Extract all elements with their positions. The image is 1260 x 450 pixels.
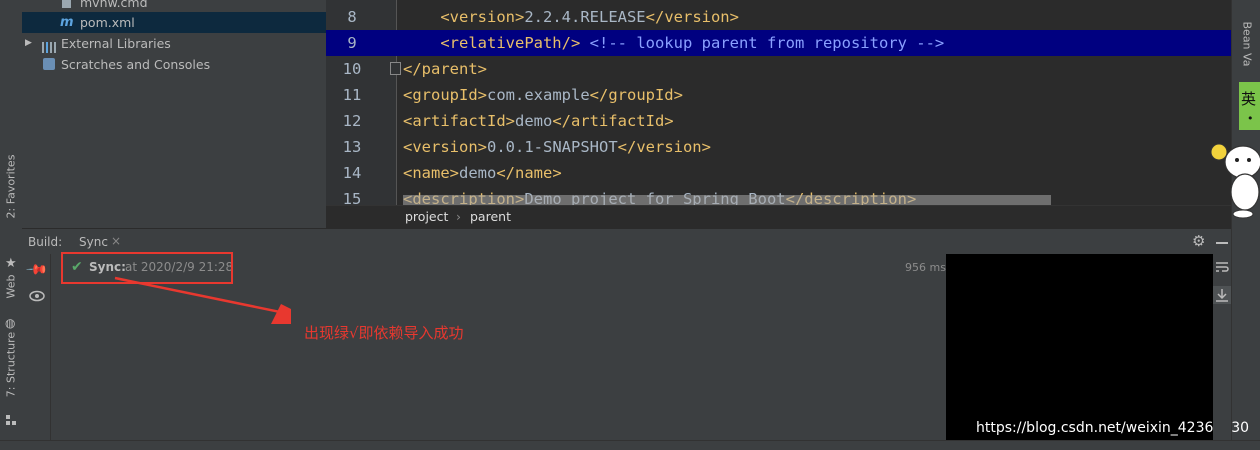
line-number: 9 [347, 34, 357, 52]
fold-marker-icon[interactable] [390, 62, 401, 75]
code-text: <version>0.0.1-SNAPSHOT</version> [403, 134, 711, 160]
soft-wrap-icon[interactable] [1215, 260, 1229, 277]
build-console[interactable]: https://blog.csdn.net/weixin_42365530 [946, 254, 1249, 440]
scroll-to-end-icon[interactable] [1213, 286, 1231, 304]
xml-open-tag: <name> [403, 164, 459, 182]
structure-tab-label: 7: Structure [4, 331, 18, 398]
eye-icon[interactable] [29, 290, 45, 305]
sync-duration: 956 ms [905, 261, 946, 274]
structure-tab[interactable]: 7: Structure [5, 328, 18, 402]
xml-text [580, 34, 589, 52]
code-text: <relativePath/> <!-- lookup parent from … [403, 30, 944, 56]
bean-validation-tab[interactable]: Bean Va [1241, 22, 1254, 80]
xml-open-tag: <relativePath/> [440, 34, 581, 52]
tree-item-label: pom.xml [80, 15, 135, 30]
pin-icon[interactable]: 📌 [25, 258, 49, 282]
code-editor[interactable]: 8 <version>2.2.4.RELEASE</version> 9 <rel… [326, 0, 1231, 205]
breadcrumb-parent[interactable]: parent [470, 209, 511, 224]
favorites-tab[interactable]: 2: Favorites [5, 150, 18, 224]
xml-comment: <!-- lookup parent from repository --> [589, 34, 945, 52]
tree-item-label: Scratches and Consoles [61, 57, 211, 72]
web-tab[interactable]: Web [5, 250, 18, 324]
code-line[interactable]: 12 <artifactId>demo</artifactId> [326, 108, 1231, 134]
file-icon [62, 0, 71, 8]
tree-item-external-libraries[interactable]: ▶ External Libraries [22, 33, 326, 54]
ime-indicator: 英 • [1239, 82, 1260, 130]
code-text: <version>2.2.4.RELEASE</version> [403, 4, 739, 30]
line-number: 8 [347, 8, 357, 26]
xml-text: demo [459, 164, 497, 182]
code-line[interactable]: 9 <relativePath/> <!-- lookup parent fro… [326, 30, 1231, 56]
code-line[interactable]: 14 <name>demo</name> [326, 160, 1231, 186]
code-text: <name>demo</name> [403, 160, 562, 186]
line-number: 13 [342, 138, 362, 156]
tab-sync-label: Sync [79, 235, 108, 249]
code-line[interactable]: 8 <version>2.2.4.RELEASE</version> [326, 4, 1231, 30]
xml-open-tag: </parent> [403, 60, 487, 78]
tree-item-pom-xml[interactable]: m pom.xml [22, 12, 326, 33]
line-number: 10 [342, 60, 362, 78]
build-label: Build: [28, 235, 63, 249]
scratches-icon [43, 58, 55, 70]
xml-close-tag: </name> [496, 164, 562, 182]
maven-icon: m [60, 15, 74, 30]
xml-text: demo [514, 112, 553, 130]
structure-icon [6, 414, 16, 425]
tree-item-label: External Libraries [61, 36, 171, 51]
line-number: 12 [342, 112, 362, 130]
xml-close-tag: </artifactId> [552, 112, 674, 130]
code-text: <artifactId>demo</artifactId> [403, 108, 674, 134]
ime-dot-icon: • [1247, 112, 1254, 125]
close-icon[interactable]: × [111, 234, 121, 248]
code-line[interactable]: 10 </parent> [326, 56, 1231, 82]
console-toolbar [1213, 254, 1231, 444]
breadcrumb-project[interactable]: project [405, 209, 448, 224]
gear-icon[interactable]: ⚙ [1192, 232, 1205, 250]
watermark: https://blog.csdn.net/weixin_42365530 [976, 420, 1250, 436]
minimize-icon[interactable] [1216, 242, 1228, 244]
xml-text: 0.0.1-SNAPSHOT [487, 138, 618, 156]
line-number: 14 [342, 164, 362, 182]
build-output-tree: ✔ Sync: at 2020/2/9 21:28 956 ms 出现绿√即依赖… [51, 252, 946, 444]
xml-close-tag: </version> [645, 8, 739, 26]
horizontal-scrollbar[interactable] [403, 195, 1051, 205]
tree-item-scratches[interactable]: Scratches and Consoles [22, 54, 326, 75]
line-number: 11 [342, 86, 362, 104]
code-text: <groupId>com.example</groupId> [403, 82, 683, 108]
left-tool-stripe: 2: Favorites ★ Web ◍ 7: Structure [0, 0, 23, 449]
xml-close-tag: </groupId> [589, 86, 683, 104]
xml-open-tag: <groupId> [403, 86, 487, 104]
annotation-arrow-icon [114, 276, 291, 324]
code-line[interactable]: 13 <version>0.0.1-SNAPSHOT</version> [326, 134, 1231, 160]
xml-open-tag: <version> [403, 138, 487, 156]
code-line[interactable]: 11 <groupId>com.example</groupId> [326, 82, 1231, 108]
annotation-text: 出现绿√即依赖导入成功 [304, 324, 464, 342]
web-tab-label: Web [4, 274, 18, 299]
xml-text: com.example [487, 86, 590, 104]
line-number: 15 [342, 190, 362, 205]
right-tool-stripe: Bean Va 英 • [1210, 0, 1260, 449]
breadcrumb: project › parent [326, 205, 1231, 229]
xml-open-tag: <artifactId> [403, 112, 515, 130]
xml-close-tag: </version> [617, 138, 711, 156]
favorites-tab-label: 2: Favorites [4, 154, 18, 219]
bean-validation-label: Bean Va [1240, 21, 1254, 67]
ime-label: 英 [1241, 90, 1257, 108]
breadcrumb-separator: › [456, 209, 461, 224]
code-text: </parent> [403, 56, 487, 82]
xml-open-tag: <version> [440, 8, 525, 26]
xml-text: 2.2.4.RELEASE [524, 8, 646, 26]
build-toolbar: 📌 [22, 254, 51, 444]
project-tree: mvnw.cmd m pom.xml ▶ External Libraries … [22, 0, 326, 228]
build-panel-header: Build: Sync × ⚙ [22, 228, 1231, 255]
mascot-icon [1207, 130, 1260, 220]
expand-arrow-icon[interactable]: ▶ [25, 33, 32, 54]
